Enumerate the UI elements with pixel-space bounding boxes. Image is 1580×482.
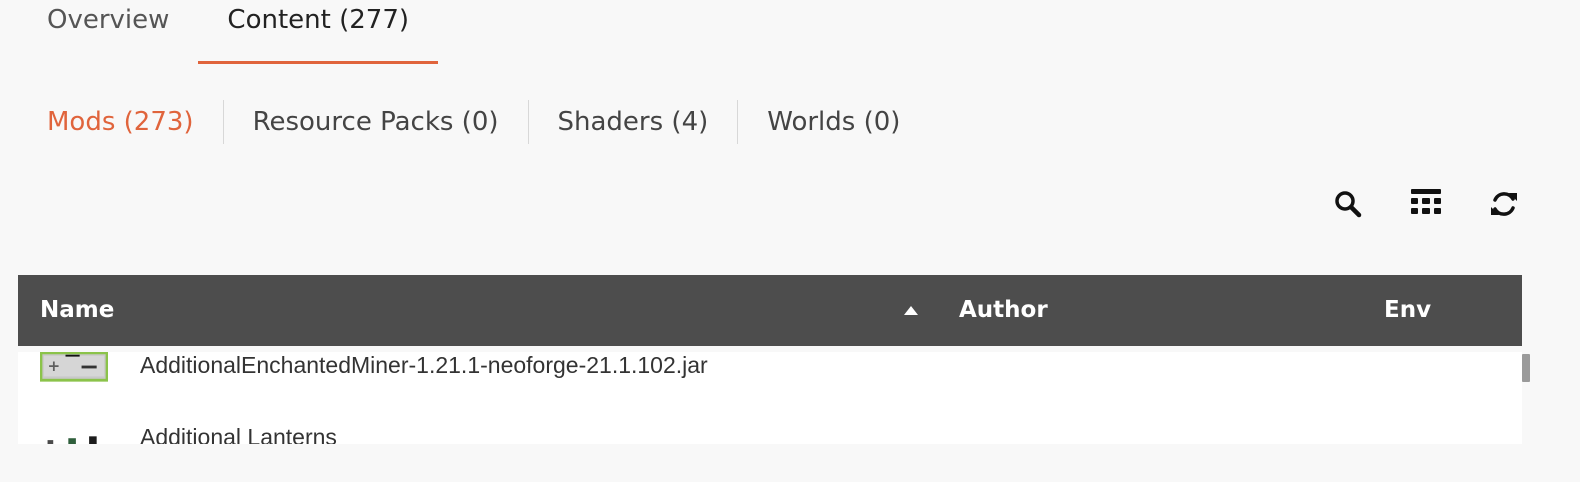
tab-resource-packs[interactable]: Resource Packs (0) [224,100,528,144]
column-header-author[interactable]: Author [959,275,1048,346]
column-header-name[interactable]: Name [40,275,114,346]
tab-overview[interactable]: Overview [18,0,198,64]
table-header: Name Author Env [18,275,1522,346]
table-scrollbar[interactable] [1522,354,1530,382]
table-toolbar [1330,186,1522,222]
mod-name: AdditionalEnchantedMiner-1.21.1-neoforge… [140,352,708,378]
mods-table-body: + AdditionalEnchantedMiner-1.21.1-neofor… [18,352,1522,444]
tab-mods[interactable]: Mods (273) [18,100,223,144]
table-row[interactable]: Additional Lanterns [18,410,1522,444]
search-button[interactable] [1330,186,1366,222]
svg-text:+: + [48,357,61,375]
columns-icon [1411,189,1441,214]
tab-worlds[interactable]: Worlds (0) [738,100,929,144]
tab-content[interactable]: Content (277) [198,0,439,64]
refresh-icon [1491,192,1517,216]
table-row[interactable]: + AdditionalEnchantedMiner-1.21.1-neofor… [18,352,1522,410]
sort-ascending-icon[interactable] [904,306,918,315]
mod-icon-lantern [47,436,97,444]
main-tabs: Overview Content (277) [18,0,439,66]
mod-name: Additional Lanterns [140,424,337,444]
tab-shaders[interactable]: Shaders (4) [529,100,738,144]
columns-button[interactable] [1408,186,1444,222]
mod-icon-quarry: + [40,352,108,382]
column-header-env[interactable]: Env [1384,275,1431,346]
content-type-tabs: Mods (273) Resource Packs (0) Shaders (4… [18,100,929,144]
refresh-button[interactable] [1486,186,1522,222]
search-icon [1335,191,1362,218]
content-page: Overview Content (277) Mods (273) Resour… [0,0,1580,482]
